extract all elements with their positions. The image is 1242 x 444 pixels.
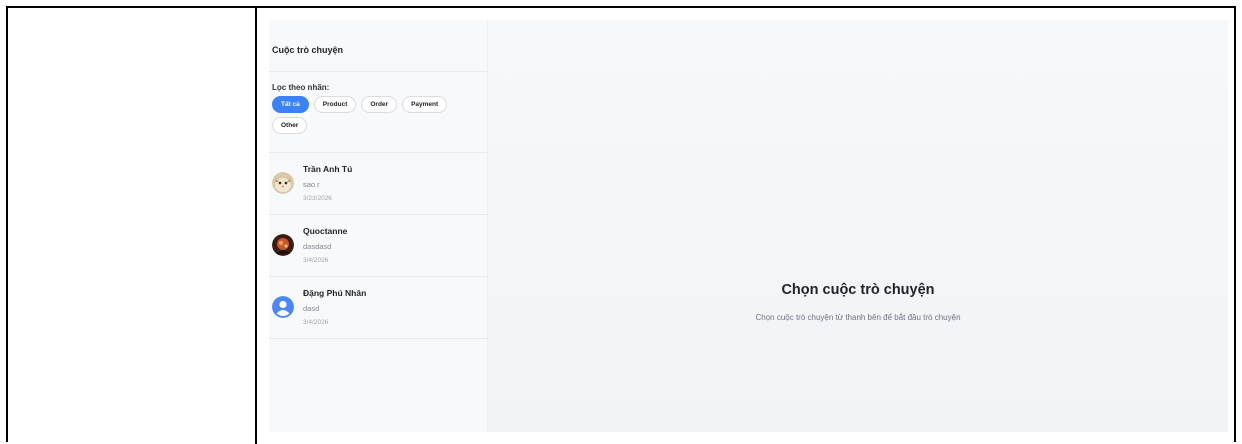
- person-photo-icon: [272, 234, 294, 256]
- filter-chip-other[interactable]: Other: [272, 117, 308, 134]
- conversation-last-message: dasd: [303, 304, 320, 313]
- default-user-icon: [272, 296, 294, 318]
- conversation-date: 3/4/2026: [303, 319, 329, 326]
- filter-chip-payment[interactable]: Payment: [402, 96, 448, 113]
- conversation-name: Quoctanne: [303, 226, 348, 236]
- filter-chips: Tất cả Product Order Payment Other: [272, 96, 462, 134]
- filter-chip-product[interactable]: Product: [313, 96, 357, 113]
- conversation-name: Đặng Phú Nhân: [303, 288, 367, 298]
- conversation-date: 3/23/2026: [303, 195, 332, 202]
- filter-label: Lọc theo nhãn:: [272, 83, 330, 92]
- conversation-last-message: sao r: [303, 180, 320, 189]
- sidebar-title: Cuộc trò chuyện: [272, 44, 344, 55]
- conversation-item[interactable]: Quoctanne dasdasd 3/4/2026: [269, 215, 487, 277]
- frame-divider: [255, 6, 257, 444]
- chat-main-panel: Chọn cuộc trò chuyện Chọn cuộc trò chuyệ…: [488, 20, 1228, 432]
- avatar: [272, 234, 294, 256]
- label-filter: Lọc theo nhãn: Tất cả Product Order Paym…: [269, 72, 487, 153]
- filter-chip-order[interactable]: Order: [361, 96, 398, 113]
- conversation-sidebar: Cuộc trò chuyện Lọc theo nhãn: Tất cả Pr…: [269, 20, 488, 432]
- conversation-date: 3/4/2026: [303, 257, 329, 264]
- conversation-name: Trần Anh Tú: [303, 164, 353, 174]
- empty-state-title: Chọn cuộc trò chuyện: [781, 282, 935, 298]
- filter-chip-all[interactable]: Tất cả: [272, 96, 309, 113]
- conversation-item[interactable]: Đặng Phú Nhân dasd 3/4/2026: [269, 277, 487, 339]
- empty-state-subtitle: Chọn cuộc trò chuyện từ thanh bên để bắt…: [755, 313, 961, 322]
- avatar: [272, 172, 294, 194]
- conversation-last-message: dasdasd: [303, 242, 332, 251]
- chat-app: Cuộc trò chuyện Lọc theo nhãn: Tất cả Pr…: [269, 20, 1228, 432]
- sidebar-header: Cuộc trò chuyện: [269, 20, 487, 72]
- conversation-item[interactable]: Trần Anh Tú sao r 3/23/2026: [269, 153, 487, 215]
- avatar: [272, 296, 294, 318]
- cat-photo-icon: [272, 172, 294, 194]
